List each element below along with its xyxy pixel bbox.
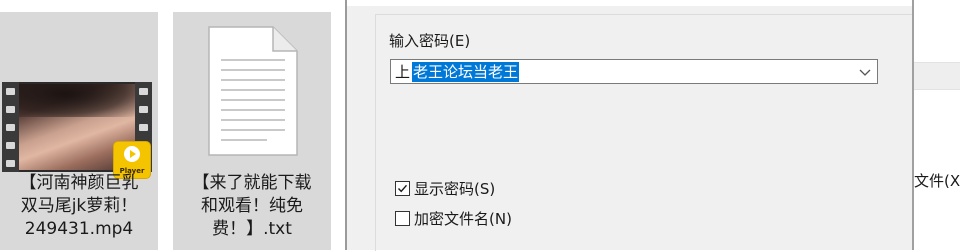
file-name-line: 【河南神颜巨乳 xyxy=(19,173,139,193)
encrypt-filenames-label: 加密文件名(N) xyxy=(414,210,512,228)
file-name-line: 【来了就能下载 xyxy=(192,173,312,193)
password-combobox[interactable]: 上 老王论坛当老王 xyxy=(390,59,878,84)
file-item-video[interactable]: Player 【河南神颜巨乳 双马尾jk萝莉！ 249431.mp4 xyxy=(0,12,158,250)
encrypt-filenames-checkbox[interactable] xyxy=(395,211,410,226)
password-text-unselected: 上 xyxy=(395,63,411,81)
file-item-text[interactable]: 【来了就能下载 和观看！纯免 费！】.txt xyxy=(173,12,331,250)
file-name-line: 和观看！纯免 xyxy=(201,196,303,216)
file-name-line: 249431.mp4 xyxy=(24,219,134,239)
show-password-option[interactable]: 显示密码(S) xyxy=(395,178,495,199)
dialog-title-area xyxy=(347,0,914,6)
film-strip-left xyxy=(2,82,19,172)
file-name-label: 【河南神颜巨乳 双马尾jk萝莉！ 249431.mp4 xyxy=(4,172,154,241)
text-document-icon xyxy=(208,26,298,156)
background-option-text: 文件(X xyxy=(914,172,960,190)
chevron-down-icon[interactable] xyxy=(857,64,873,80)
password-label: 输入密码(E) xyxy=(389,32,471,50)
file-name-line: 费！】.txt xyxy=(212,219,292,239)
show-password-label: 显示密码(S) xyxy=(414,180,496,198)
password-text-selected: 老王论坛当老王 xyxy=(412,62,520,82)
archive-password-dialog: 输入密码(E) 上 老王论坛当老王 显示密码(S) 加密文件名(N) xyxy=(347,0,914,251)
show-password-checkbox[interactable] xyxy=(395,181,410,196)
encrypt-filenames-option[interactable]: 加密文件名(N) xyxy=(395,208,512,229)
background-window-pane: 文件(X xyxy=(914,0,960,250)
file-explorer-pane: Player 【河南神颜巨乳 双马尾jk萝莉！ 249431.mp4 【来了就能… xyxy=(0,0,345,250)
checkmark-icon xyxy=(397,184,408,193)
file-name-label: 【来了就能下载 和观看！纯免 费！】.txt xyxy=(177,172,327,241)
file-name-line: 双马尾jk萝莉！ xyxy=(20,196,138,216)
background-input-field xyxy=(914,62,960,90)
